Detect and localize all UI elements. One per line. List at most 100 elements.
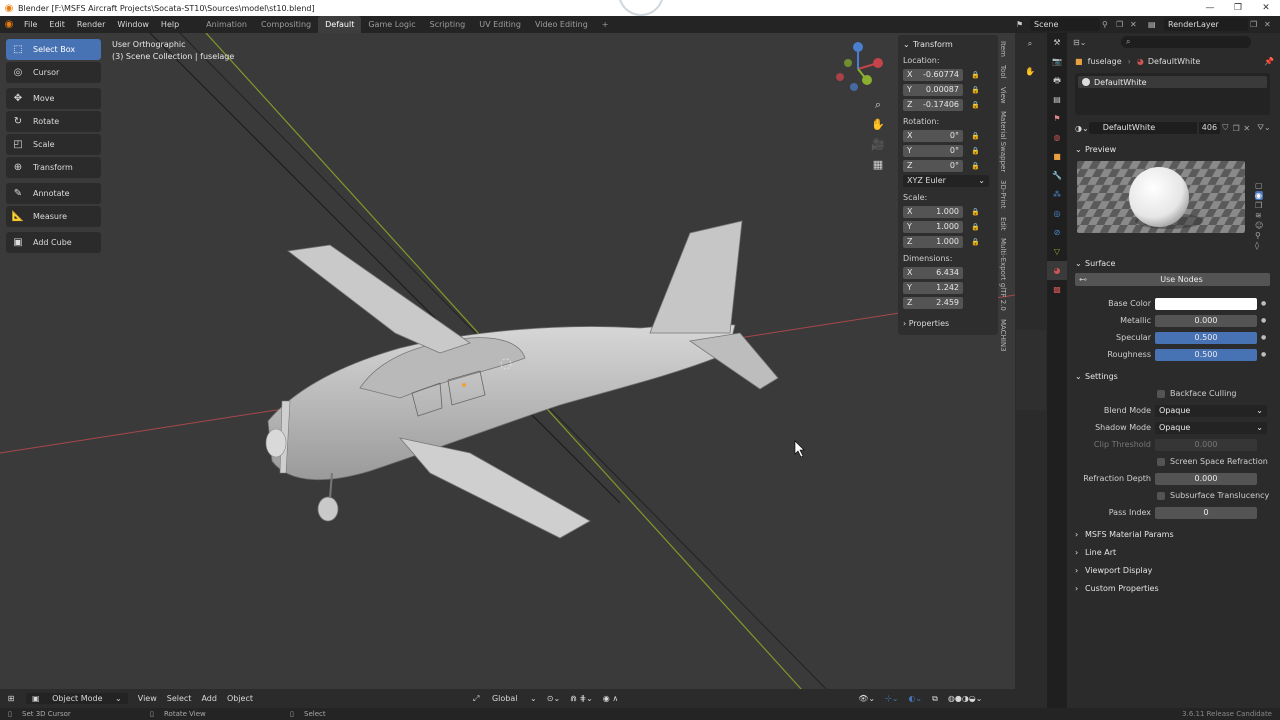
tool-measure[interactable]: 📐 Measure <box>6 206 101 227</box>
sidebar-tab-view[interactable]: View <box>999 83 1007 108</box>
editor-type-icon[interactable]: ⊞ <box>0 694 22 703</box>
sidebar-tab-tool[interactable]: Tool <box>999 61 1007 83</box>
properties-subpanel-header[interactable]: › Properties <box>903 319 993 328</box>
scene-pin-icon[interactable]: ⚲ <box>1102 20 1116 29</box>
menu-help[interactable]: Help <box>155 20 185 29</box>
gizmo-toggle-icon[interactable]: ⊹⌄ <box>885 694 898 703</box>
world-preview-icon[interactable]: ⚲ <box>1255 231 1263 240</box>
scale-z-field[interactable]: Z 1.000 <box>903 236 963 248</box>
refraction-depth-field[interactable]: 0.000 <box>1155 472 1257 485</box>
zoom-icon[interactable]: ⌕ <box>868 95 888 115</box>
menu-render[interactable]: Render <box>71 20 111 29</box>
tool-move[interactable]: ✥ Move <box>6 88 101 109</box>
surface-panel-header[interactable]: ⌄ Surface <box>1067 255 1280 271</box>
lock-icon[interactable]: 🔒 <box>971 208 985 216</box>
pass-index-field[interactable]: 0 <box>1155 506 1257 519</box>
material-users-count[interactable]: 406 <box>1198 122 1221 134</box>
custom-properties-header[interactable]: › Custom Properties <box>1067 580 1280 596</box>
clip-threshold-field[interactable]: 0.000 <box>1155 438 1257 451</box>
overlay-toggle-icon[interactable]: ◐⌄ <box>908 694 922 703</box>
add-workspace-button[interactable]: + <box>595 16 616 33</box>
scene-name-field[interactable]: Scene <box>1030 18 1100 31</box>
tab-scripting[interactable]: Scripting <box>423 16 473 33</box>
sidebar-tab-machin3[interactable]: MACHIN3 <box>999 315 1007 356</box>
menu-add[interactable]: Add <box>201 694 217 703</box>
pin-icon[interactable]: 📌 <box>1264 57 1274 66</box>
constraints-tab-icon[interactable]: ⊘ <box>1047 223 1067 242</box>
object-tab-icon[interactable]: ■ <box>1047 147 1067 166</box>
line-art-header[interactable]: › Line Art <box>1067 544 1280 560</box>
preview-panel-header[interactable]: ⌄ Preview <box>1067 141 1280 157</box>
flat-preview-icon[interactable]: ▢ <box>1255 181 1263 190</box>
location-x-field[interactable]: X -0.60774 <box>903 69 963 81</box>
tool-select-box[interactable]: ⬚ Select Box <box>6 39 101 60</box>
keyframe-dot-icon[interactable]: ● <box>1261 317 1269 324</box>
screen-space-refraction-checkbox[interactable]: Screen Space Refraction <box>1067 454 1280 469</box>
settings-panel-header[interactable]: ⌄ Settings <box>1067 368 1280 384</box>
msfs-material-params-header[interactable]: › MSFS Material Params <box>1067 526 1280 542</box>
lock-icon[interactable]: 🔒 <box>971 71 985 79</box>
menu-edit[interactable]: Edit <box>43 20 71 29</box>
close-button[interactable]: ✕ <box>1252 0 1280 16</box>
material-tab-icon[interactable]: ◕ <box>1047 261 1067 280</box>
tab-default[interactable]: Default <box>318 16 362 33</box>
cube-preview-icon[interactable]: ❒ <box>1255 201 1263 210</box>
location-y-field[interactable]: Y 0.00087 <box>903 84 963 96</box>
metallic-field[interactable]: 0.000 <box>1155 314 1257 327</box>
lock-icon[interactable]: 🔒 <box>971 238 985 246</box>
minimize-button[interactable]: — <box>1196 0 1224 16</box>
dimensions-x-field[interactable]: X 6.434 <box>903 267 963 279</box>
xray-icon[interactable]: ⧉ <box>932 694 938 704</box>
scene-tab-icon[interactable]: ⚑ <box>1047 109 1067 128</box>
properties-search-input[interactable]: ⌕ <box>1121 36 1251 48</box>
unlink-icon[interactable]: ✕ <box>1241 124 1252 133</box>
scene-delete-icon[interactable]: ✕ <box>1130 20 1144 29</box>
rotation-z-field[interactable]: Z 0° <box>903 160 963 172</box>
subsurface-translucency-checkbox[interactable]: Subsurface Translucency <box>1067 488 1280 503</box>
navigation-gizmo[interactable] <box>834 41 890 97</box>
pan-hand-icon[interactable]: ✋ <box>1016 62 1044 82</box>
base-color-swatch[interactable] <box>1155 297 1257 310</box>
menu-object[interactable]: Object <box>227 694 253 703</box>
tool-rotate[interactable]: ↻ Rotate <box>6 111 101 132</box>
blend-mode-select[interactable]: Opaque ⌄ <box>1155 404 1267 417</box>
data-tab-icon[interactable]: ▽ <box>1047 242 1067 261</box>
render-tab-icon[interactable]: 📷 <box>1047 52 1067 71</box>
menu-select[interactable]: Select <box>167 694 192 703</box>
hair-preview-icon[interactable]: ≋ <box>1255 211 1263 220</box>
camera-icon[interactable]: 🎥 <box>868 135 888 155</box>
visibility-icon[interactable]: 👁⌄ <box>858 694 875 703</box>
maximize-button[interactable]: ❐ <box>1224 0 1252 16</box>
viewport-display-header[interactable]: › Viewport Display <box>1067 562 1280 578</box>
lock-icon[interactable]: 🔒 <box>971 86 985 94</box>
shadow-mode-select[interactable]: Opaque ⌄ <box>1155 421 1267 434</box>
shading-modes-icon[interactable]: ◍●◑◒⌄ <box>948 694 983 703</box>
lock-icon[interactable]: 🔒 <box>971 162 985 170</box>
mode-select[interactable]: ▣ Object Mode ⌄ <box>26 693 128 704</box>
particles-tab-icon[interactable]: ⁂ <box>1047 185 1067 204</box>
scale-x-field[interactable]: X 1.000 <box>903 206 963 218</box>
sidebar-tab-multi-export[interactable]: Multi-Export glTF 2.0 <box>999 234 1007 315</box>
lock-icon[interactable]: 🔒 <box>971 132 985 140</box>
rotation-mode-select[interactable]: XYZ Euler ⌄ <box>903 175 989 187</box>
fake-user-icon[interactable]: ⛉ <box>1220 123 1231 133</box>
keyframe-dot-icon[interactable]: ● <box>1261 300 1269 307</box>
filter-icon[interactable]: ⛛⌄ <box>1256 123 1272 133</box>
tab-game-logic[interactable]: Game Logic <box>361 16 422 33</box>
tool-scale[interactable]: ◰ Scale <box>6 134 101 155</box>
blender-menu-icon[interactable]: ◉ <box>0 19 18 30</box>
lock-icon[interactable]: 🔒 <box>971 101 985 109</box>
specular-field[interactable]: 0.500 <box>1155 331 1257 344</box>
menu-view[interactable]: View <box>138 694 157 703</box>
proportional-edit-icon[interactable]: ◉ ∧ <box>603 694 618 703</box>
rotation-x-field[interactable]: X 0° <box>903 130 963 142</box>
tool-cursor[interactable]: ◎ Cursor <box>6 62 101 83</box>
material-browse-icon[interactable]: ◑⌄ <box>1075 124 1089 133</box>
modifiers-tab-icon[interactable]: 🔧 <box>1047 166 1067 185</box>
sphere-preview-icon[interactable]: ◉ <box>1255 191 1264 200</box>
material-name-field[interactable]: DefaultWhite <box>1088 122 1197 134</box>
location-z-field[interactable]: Z -0.17406 <box>903 99 963 111</box>
world-tab-icon[interactable]: ◍ <box>1047 128 1067 147</box>
material-slot-list[interactable]: DefaultWhite <box>1075 73 1270 115</box>
transform-header[interactable]: ⌄ Transform <box>903 38 993 50</box>
